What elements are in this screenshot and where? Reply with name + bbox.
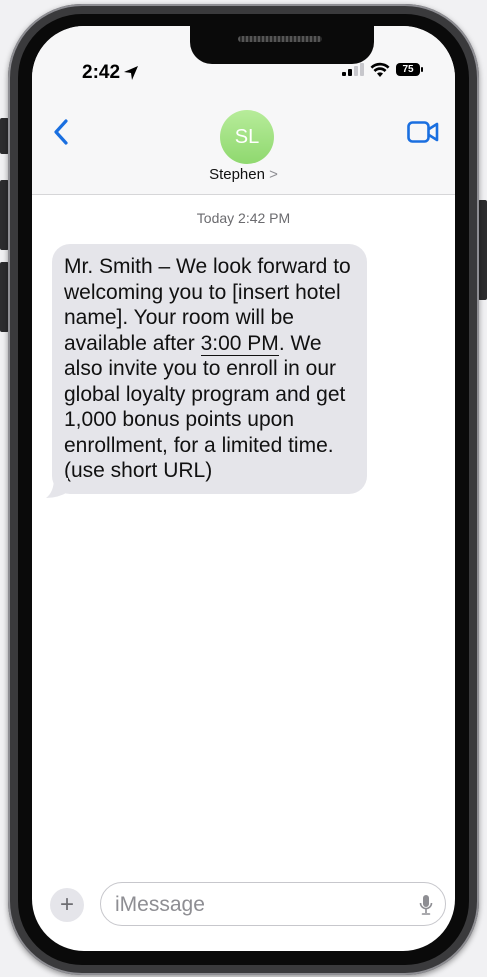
bubble-tail (46, 478, 68, 498)
location-arrow-icon (124, 66, 139, 80)
status-time-label: 2:42 (82, 62, 121, 83)
signal-bars-icon (342, 63, 364, 76)
message-input[interactable]: iMessage (100, 882, 446, 926)
message-input-placeholder: iMessage (115, 893, 205, 916)
avatar[interactable]: SL (220, 110, 274, 164)
phone-frame: 2:42 75 SL Stephen > Today 2:42 PM Mr. S… (0, 0, 487, 977)
message-timestamp: Today 2:42 PM (196, 210, 291, 226)
battery-icon: 75 (396, 63, 423, 76)
phone-screen: 2:42 75 SL Stephen > Today 2:42 PM Mr. S… (32, 26, 455, 951)
contact-name-button[interactable]: Stephen > (32, 166, 455, 183)
speaker-grille (238, 36, 322, 42)
chevron-left-icon[interactable] (52, 118, 70, 146)
apps-plus-button[interactable]: + (50, 888, 84, 922)
power-button (478, 200, 487, 300)
status-time: 2:42 (82, 62, 139, 84)
chevron-right-icon: > (269, 166, 278, 183)
battery-level: 75 (402, 64, 414, 75)
message-time-link[interactable]: 3:00 PM (200, 331, 279, 356)
message-bubble[interactable]: Mr. Smith – We look forward to welcoming… (52, 244, 367, 494)
plus-icon: + (59, 891, 74, 918)
avatar-initials: SL (234, 125, 260, 148)
microphone-icon[interactable] (419, 894, 433, 916)
notch (190, 26, 374, 64)
status-indicators: 75 (342, 62, 423, 77)
video-camera-icon[interactable] (407, 121, 439, 143)
contact-name: Stephen (209, 166, 265, 183)
wifi-icon (370, 62, 390, 77)
